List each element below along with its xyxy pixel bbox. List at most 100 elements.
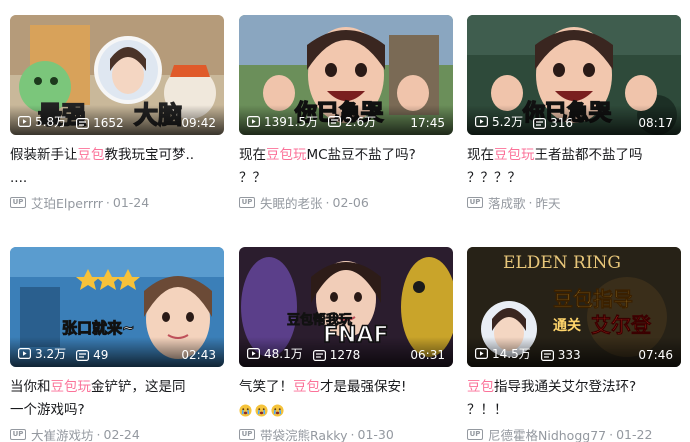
- video-grid: 最强 大脑 5.8万 1652 09:42 假装新手让豆包教我玩宝可梦.....…: [0, 0, 690, 442]
- video-duration: 08:17: [638, 116, 673, 130]
- emoji-row: [239, 403, 284, 417]
- view-count-value: 14.5万: [492, 347, 531, 361]
- play-count-icon: [18, 116, 31, 127]
- video-meta: UP 大崔游戏坊 · 02-24: [10, 424, 224, 442]
- play-count-icon: [247, 348, 260, 359]
- video-title[interactable]: 豆包指导我通关艾尔登法环? ？！！: [467, 376, 681, 422]
- up-icon: UP: [467, 196, 483, 208]
- title-text: ？？: [239, 170, 266, 186]
- title-text: 才是最强保安!: [320, 379, 407, 395]
- view-count: 5.8万: [18, 113, 66, 130]
- thumbnail-caption: 张口就来~: [62, 319, 136, 338]
- video-card[interactable]: 张口就来~ 3.2万 49 02:43 当你和豆包玩金铲铲，这是同 一个游戏吗? …: [10, 247, 224, 442]
- danmaku-count-value: 316: [550, 116, 573, 130]
- play-count-icon: [247, 116, 260, 127]
- meta-separator: ·: [96, 426, 101, 442]
- publish-date: 01-22: [616, 426, 653, 442]
- danmaku-icon: [540, 349, 554, 361]
- title-highlight: 豆包: [467, 379, 494, 395]
- danmaku-count: 2.6万: [328, 113, 376, 130]
- up-icon: UP: [467, 428, 483, 440]
- author-name[interactable]: 艾珀Elperrrr: [31, 193, 103, 212]
- title-text: 气笑了！: [239, 379, 293, 395]
- title-text: 假装新手让: [10, 147, 78, 163]
- danmaku-count-value: 1652: [93, 116, 124, 130]
- video-meta: UP 带袋浣熊Rakky · 01-30: [239, 424, 453, 442]
- video-thumbnail[interactable]: 张口就来~ 3.2万 49 02:43: [10, 247, 224, 367]
- video-card[interactable]: 你已急哭 1391.5万 2.6万 17:45 现在豆包玩MC盐豆不盐了吗? ？？…: [239, 15, 453, 212]
- video-thumbnail[interactable]: 你已急哭 1391.5万 2.6万 17:45: [239, 15, 453, 135]
- title-text: 教我玩宝可梦..: [104, 147, 195, 163]
- play-count-icon: [18, 348, 31, 359]
- play-count-icon: [475, 348, 488, 359]
- danmaku-icon: [76, 117, 90, 129]
- danmaku-count: 1652: [76, 116, 124, 130]
- up-icon: UP: [239, 428, 255, 440]
- video-card[interactable]: 豆包帮我玩 FNAF 48.1万 1278 06:31 气笑了！豆包才是最强保安…: [239, 247, 453, 442]
- video-title[interactable]: 假装新手让豆包教我玩宝可梦......: [10, 144, 224, 190]
- video-title[interactable]: 现在豆包玩王者盐都不盐了吗 ？？？？: [467, 144, 681, 190]
- video-duration: 17:45: [410, 116, 445, 130]
- meta-separator: ·: [350, 426, 355, 442]
- play-count-icon: [475, 116, 488, 127]
- author-name[interactable]: 失眠的老张: [260, 193, 323, 212]
- video-title[interactable]: 气笑了！豆包才是最强保安!: [239, 376, 453, 422]
- video-meta: UP 落成歌 · 昨天: [467, 192, 681, 212]
- view-count-value: 5.8万: [35, 115, 67, 129]
- title-text: ....: [10, 170, 28, 186]
- video-thumbnail[interactable]: 你已急哭 5.2万 316 08:17: [467, 15, 681, 135]
- view-count-value: 1391.5万: [264, 115, 318, 129]
- video-thumbnail[interactable]: 豆包帮我玩 FNAF 48.1万 1278 06:31: [239, 247, 453, 367]
- video-stats: 5.2万 316 08:17: [467, 105, 681, 135]
- publish-date: 02-06: [332, 194, 369, 210]
- title-text: ？！！: [467, 402, 508, 418]
- danmaku-count: 49: [76, 348, 108, 362]
- video-thumbnail[interactable]: 最强 大脑 5.8万 1652 09:42: [10, 15, 224, 135]
- view-count: 1391.5万: [247, 113, 318, 130]
- title-text: 一个游戏吗?: [10, 402, 85, 418]
- video-title[interactable]: 当你和豆包玩金铲铲，这是同 一个游戏吗?: [10, 376, 224, 422]
- video-card[interactable]: 最强 大脑 5.8万 1652 09:42 假装新手让豆包教我玩宝可梦.....…: [10, 15, 224, 212]
- title-text: 现在: [467, 147, 494, 163]
- up-icon: UP: [10, 196, 26, 208]
- author-name[interactable]: 尼德霍格Nidhogg77: [488, 425, 606, 442]
- meta-separator: ·: [105, 194, 110, 210]
- author-name[interactable]: 大崔游戏坊: [31, 425, 94, 442]
- author-name[interactable]: 落成歌: [488, 193, 526, 212]
- view-count: 5.2万: [475, 113, 523, 130]
- title-text: 王者盐都不盐了吗: [534, 147, 643, 163]
- video-title[interactable]: 现在豆包玩MC盐豆不盐了吗? ？？: [239, 144, 453, 190]
- video-stats: 3.2万 49 02:43: [10, 337, 224, 367]
- publish-date: 昨天: [535, 195, 561, 211]
- publish-date: 01-24: [112, 194, 150, 210]
- danmaku-count-value: 2.6万: [345, 115, 377, 129]
- publish-date: 02-24: [103, 426, 140, 442]
- title-text: 现在: [239, 147, 266, 163]
- title-highlight: 豆包: [77, 147, 105, 163]
- video-duration: 09:42: [181, 116, 216, 130]
- meta-separator: ·: [325, 194, 330, 210]
- video-stats: 48.1万 1278 06:31: [239, 337, 453, 367]
- video-card[interactable]: ELDEN RING 豆包指导 通关 艾尔登 14.5万 333 07:46 豆…: [467, 247, 681, 442]
- danmaku-count: 316: [533, 116, 573, 130]
- title-text: MC盐豆不盐了吗?: [306, 147, 416, 163]
- title-text: 当你和: [10, 379, 51, 395]
- video-card[interactable]: 你已急哭 5.2万 316 08:17 现在豆包玩王者盐都不盐了吗 ？？？？ UP…: [467, 15, 681, 212]
- up-icon: UP: [239, 196, 255, 208]
- view-count: 3.2万: [18, 345, 66, 362]
- meta-separator: ·: [609, 426, 614, 442]
- video-stats: 5.8万 1652 09:42: [10, 105, 224, 135]
- title-highlight: 豆包玩: [266, 147, 307, 163]
- danmaku-count: 333: [540, 348, 581, 362]
- title-highlight: 豆包玩: [50, 379, 92, 395]
- crying-emoji-icon: [239, 403, 252, 417]
- view-count-value: 48.1万: [264, 347, 303, 361]
- video-thumbnail[interactable]: ELDEN RING 豆包指导 通关 艾尔登 14.5万 333 07:46: [467, 247, 681, 367]
- author-name[interactable]: 带袋浣熊Rakky: [260, 425, 348, 442]
- thumbnail-caption: 艾尔登: [591, 313, 652, 338]
- video-meta: UP 尼德霍格Nidhogg77 · 01-22: [467, 424, 681, 442]
- danmaku-count-value: 49: [93, 348, 109, 362]
- video-duration: 02:43: [181, 348, 216, 362]
- meta-separator: ·: [528, 194, 533, 210]
- view-count-value: 3.2万: [35, 347, 67, 361]
